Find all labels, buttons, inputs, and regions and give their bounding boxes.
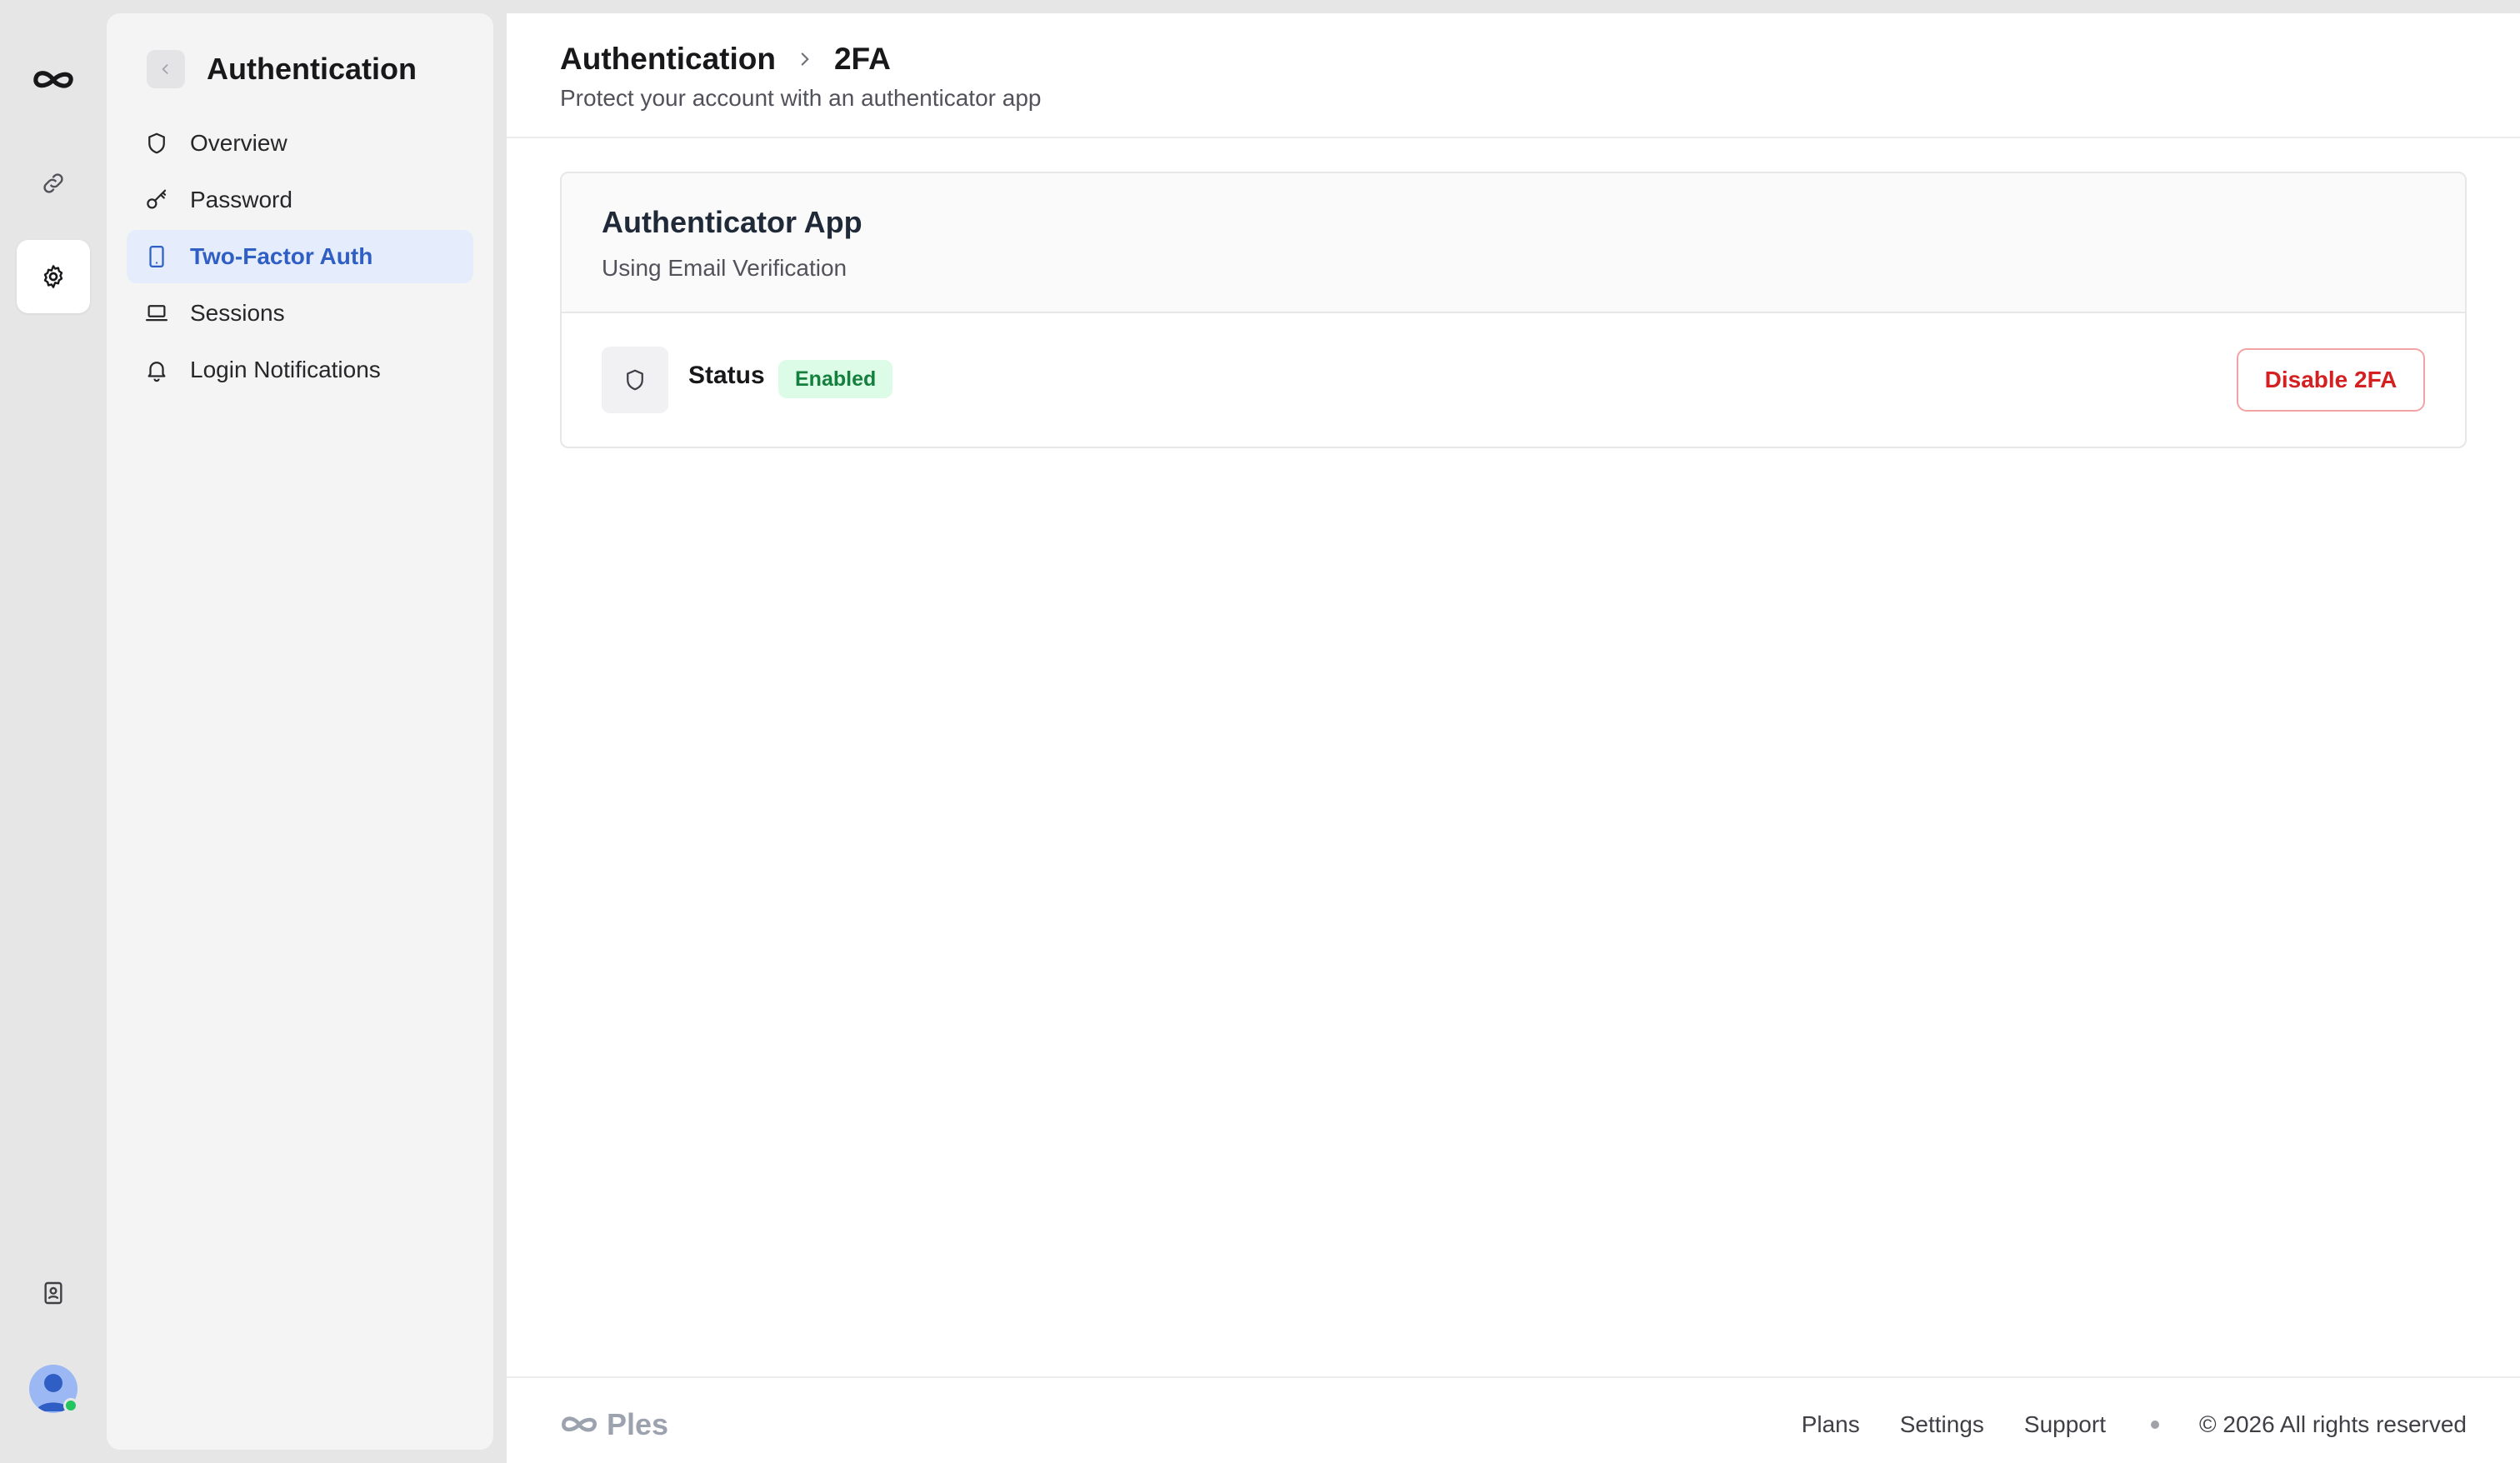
online-status-indicator — [63, 1398, 78, 1413]
link-icon[interactable] — [17, 147, 90, 220]
sidebar-nav: Overview Password Two-Factor Auth Sessio… — [127, 117, 473, 400]
status-badge: Enabled — [778, 360, 893, 398]
sidebar-item-overview[interactable]: Overview — [127, 117, 473, 170]
laptop-icon — [143, 300, 170, 327]
breadcrumb-item-2fa: 2FA — [833, 42, 891, 76]
sidebar-item-label: Password — [190, 187, 292, 212]
card-header: Authenticator App Using Email Verificati… — [562, 173, 2465, 313]
sidebar-item-login-notifications[interactable]: Login Notifications — [127, 343, 473, 397]
disable-2fa-button[interactable]: Disable 2FA — [2237, 348, 2425, 412]
footer-link-settings[interactable]: Settings — [1900, 1411, 1984, 1438]
footer-brand[interactable]: Ples — [560, 1406, 668, 1443]
sidebar-item-label: Login Notifications — [190, 357, 381, 382]
chevron-left-icon — [162, 64, 168, 74]
footer: Ples Plans Settings Support © 2026 All r… — [507, 1376, 2520, 1463]
footer-copyright: © 2026 All rights reserved — [2198, 1411, 2467, 1437]
status-label: Status — [688, 362, 765, 389]
breadcrumb: Authentication 2FA — [560, 38, 891, 80]
footer-links: Plans Settings Support © 2026 All rights… — [1762, 1408, 2467, 1441]
footer-link-support[interactable]: Support — [2024, 1411, 2106, 1438]
bell-icon — [143, 357, 170, 383]
sidebar-item-label: Two-Factor Auth — [190, 243, 373, 269]
main-content: Authentication 2FA Protect your account … — [507, 13, 2520, 1463]
footer-link-plans[interactable]: Plans — [1802, 1411, 1860, 1438]
footer-brand-name: Ples — [607, 1407, 669, 1441]
authenticator-card: Authenticator App Using Email Verificati… — [560, 172, 2467, 448]
sidebar-item-sessions[interactable]: Sessions — [127, 287, 473, 340]
card-title: Authenticator App — [602, 205, 862, 239]
sidebar-title: Authentication — [207, 52, 417, 86]
card-subtitle: Using Email Verification — [602, 255, 848, 281]
footer-separator-dot — [2150, 1421, 2159, 1429]
gear-icon[interactable] — [17, 240, 90, 313]
sidebar-item-label: Overview — [190, 130, 288, 156]
card-body: Status Enabled Disable 2FA — [562, 313, 2465, 447]
sidebar-item-password[interactable]: Password — [127, 173, 473, 227]
shield-icon — [602, 347, 668, 413]
shield-icon — [143, 130, 170, 157]
logo-icon — [562, 1416, 597, 1432]
sidebar-item-label: Sessions — [190, 300, 285, 326]
sidebar: Authentication Overview Password Two-Fac… — [107, 13, 493, 1450]
back-button[interactable] — [147, 50, 185, 88]
key-icon — [143, 187, 170, 213]
page-subtitle: Protect your account with an authenticat… — [560, 85, 1042, 111]
page-header: Authentication 2FA Protect your account … — [507, 13, 2520, 138]
icon-rail — [0, 0, 107, 1463]
app-window: Authentication Overview Password Two-Fac… — [0, 0, 2520, 1463]
sidebar-item-two-factor-auth[interactable]: Two-Factor Auth — [127, 230, 473, 283]
contact-book-icon[interactable] — [17, 1256, 90, 1330]
logo-icon[interactable] — [17, 43, 90, 117]
chevron-right-icon — [791, 45, 819, 73]
breadcrumb-item-authentication[interactable]: Authentication — [560, 42, 776, 77]
phone-icon — [143, 243, 170, 270]
